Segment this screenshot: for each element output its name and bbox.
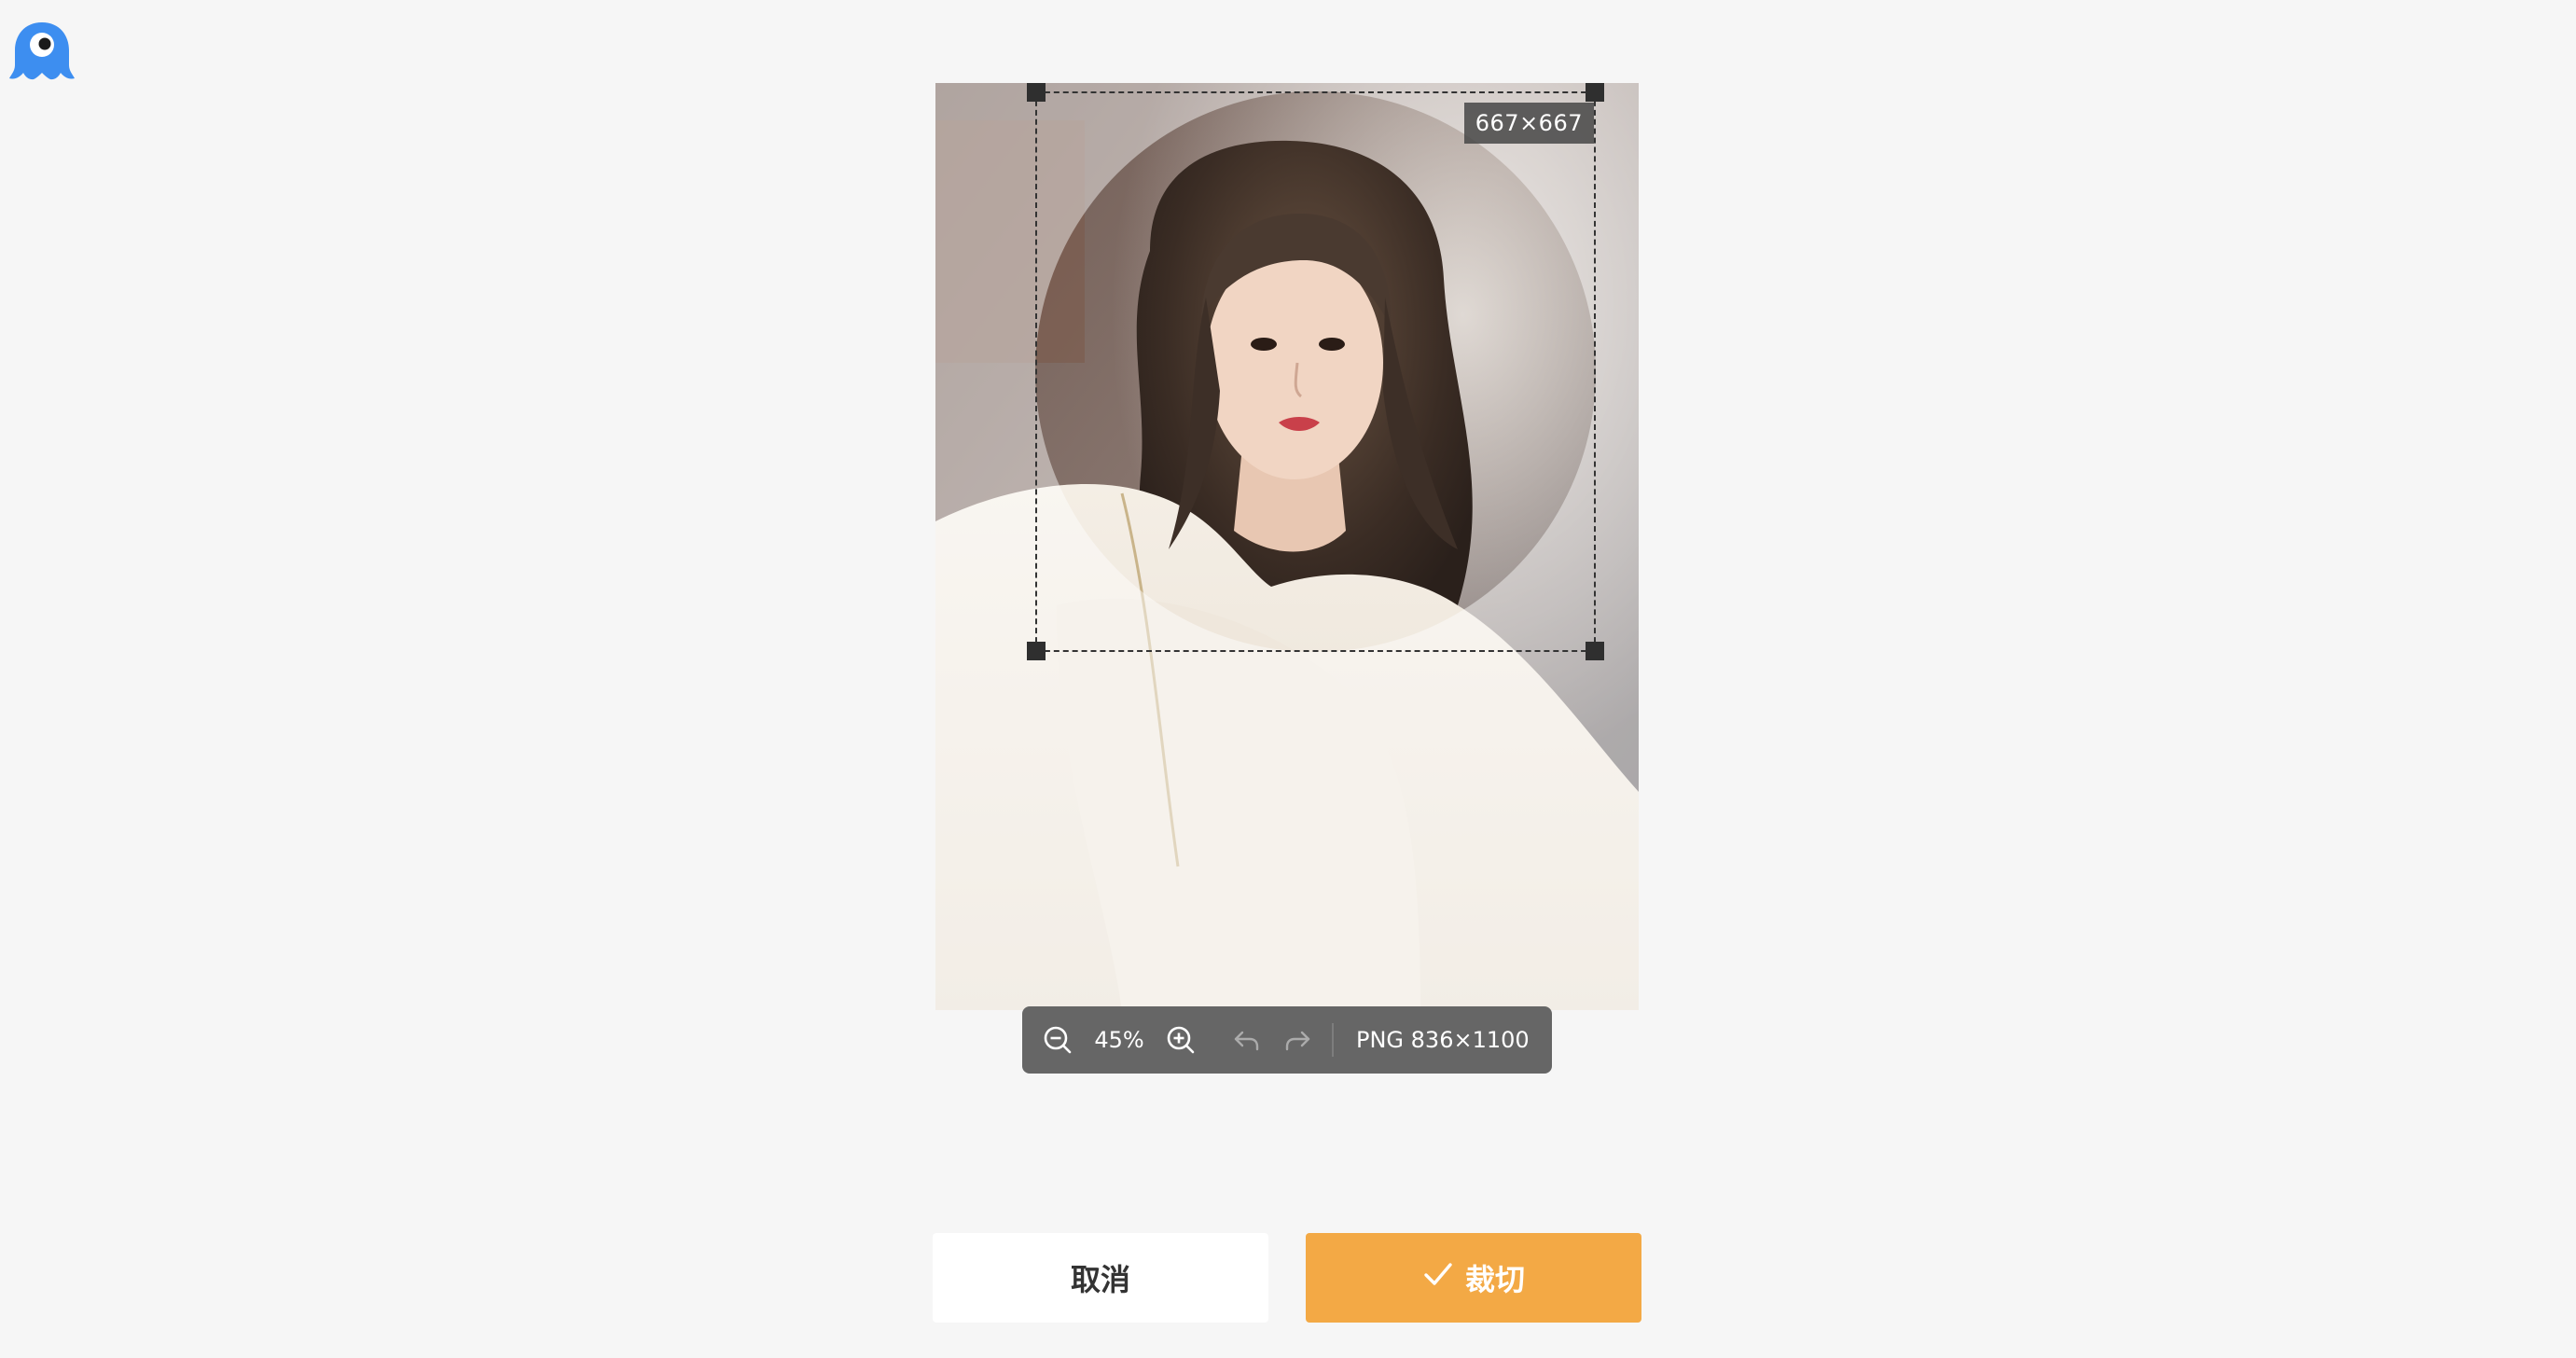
zoom-level: 45%: [1094, 1027, 1144, 1053]
crop-confirm-button[interactable]: 裁切: [1306, 1233, 1641, 1323]
checkmark-icon: [1422, 1258, 1454, 1297]
cancel-button-label: 取消: [1070, 1262, 1130, 1297]
crop-handle-top-left[interactable]: [1027, 83, 1046, 102]
undo-icon[interactable]: [1226, 1019, 1267, 1060]
crop-handle-bottom-right[interactable]: [1586, 642, 1604, 660]
toolbar-divider: [1332, 1023, 1334, 1057]
zoom-in-icon[interactable]: [1160, 1019, 1201, 1060]
crop-handle-bottom-left[interactable]: [1027, 642, 1046, 660]
zoom-out-icon[interactable]: [1037, 1019, 1078, 1060]
crop-confirm-label: 裁切: [1464, 1262, 1525, 1297]
crop-selection-box[interactable]: 667×667: [1027, 83, 1604, 660]
crop-size-label: 667×667: [1463, 103, 1594, 144]
redo-icon[interactable]: [1278, 1019, 1319, 1060]
crop-editor-page: 667×667 45% PNG 836×1100 取消 裁切: [0, 0, 2576, 1358]
crop-handle-top-right[interactable]: [1586, 83, 1604, 102]
cancel-button[interactable]: 取消: [933, 1233, 1268, 1323]
image-canvas[interactable]: 667×667: [935, 83, 1639, 1010]
file-info: PNG 836×1100: [1356, 1027, 1530, 1053]
octopus-logo-icon[interactable]: [7, 19, 76, 88]
zoom-toolbar: 45% PNG 836×1100: [1022, 1006, 1552, 1074]
